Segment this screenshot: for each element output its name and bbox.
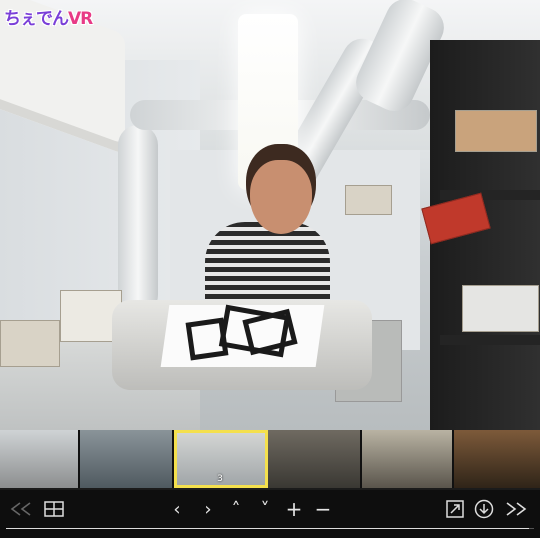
scene-thumbnail[interactable] [80, 430, 174, 488]
pan-down-button[interactable]: ˅ [252, 498, 278, 520]
panorama-viewer[interactable]: ちぇでんVR [0, 0, 540, 430]
scene-thumbnail[interactable] [268, 430, 362, 488]
paper-bag [455, 110, 537, 152]
download-icon[interactable] [471, 498, 497, 520]
pan-right-button[interactable]: › [195, 498, 221, 520]
scene-progress-fill [6, 528, 529, 529]
scene-thumbnail[interactable] [362, 430, 454, 488]
viewer-control-bar: ‹ › ˄ ˅ + − [0, 490, 540, 538]
app-logo: ちぇでんVR [4, 9, 93, 29]
zoom-in-button[interactable]: + [281, 497, 307, 521]
pan-up-button[interactable]: ˄ [223, 498, 249, 520]
pan-left-button[interactable]: ‹ [164, 498, 190, 520]
storage-box [345, 185, 392, 215]
fullscreen-icon[interactable] [442, 498, 468, 520]
scene-thumbnail[interactable] [454, 430, 540, 488]
grid-icon[interactable] [41, 498, 67, 520]
scene-thumbnail[interactable] [0, 430, 80, 488]
person-head [250, 160, 312, 234]
shelf-board [440, 335, 540, 345]
last-scene-icon[interactable] [503, 498, 529, 520]
cardboard-box [0, 320, 60, 367]
first-scene-icon[interactable] [8, 498, 34, 520]
scene-thumbnail-strip: 3 [0, 430, 540, 490]
zoom-out-button[interactable]: − [310, 497, 336, 521]
vertical-pipe [118, 125, 158, 315]
scene-progress-track [6, 528, 534, 529]
printer [462, 285, 539, 332]
scene-thumbnail[interactable]: 3 [174, 430, 268, 488]
